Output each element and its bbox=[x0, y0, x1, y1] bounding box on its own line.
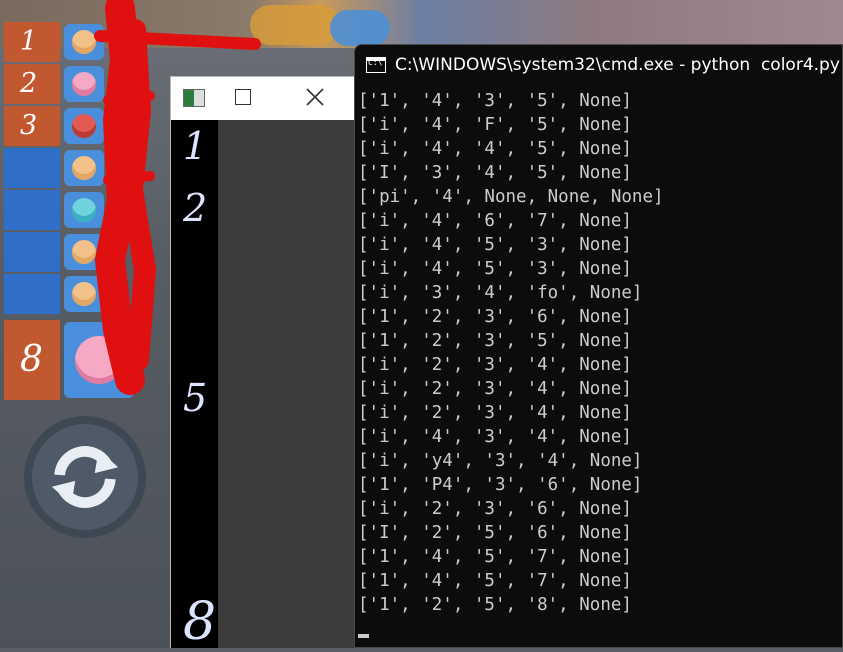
console-line: ['i', 'y4', '3', '4', None] bbox=[358, 451, 643, 471]
preview-window-titlebar[interactable] bbox=[171, 77, 355, 120]
console-line: ['i', '4', 'F', '5', None] bbox=[358, 115, 632, 135]
rank-row bbox=[4, 148, 108, 188]
rank-number: 8 bbox=[4, 320, 60, 400]
console-line: ['i', '2', '3', '4', None] bbox=[358, 355, 632, 375]
window-title: C:\WINDOWS\system32\cmd.exe - python col… bbox=[395, 55, 840, 75]
console-line: ['I', '2', '5', '6', None] bbox=[358, 523, 632, 543]
preview-canvas-panel bbox=[218, 120, 355, 648]
console-line: ['i', '4', '5', '3', None] bbox=[358, 259, 632, 279]
rank-number: 1 bbox=[4, 22, 60, 62]
refresh-icon bbox=[51, 446, 119, 508]
console-line: ['1', 'P4', '3', '6', None] bbox=[358, 475, 643, 495]
player-avatar bbox=[64, 234, 104, 270]
console-line: ['i', '2', '3', '4', None] bbox=[358, 379, 632, 399]
slot-number: 1 bbox=[183, 124, 208, 168]
close-button[interactable] bbox=[305, 87, 325, 107]
game-banner-art bbox=[330, 10, 390, 46]
refresh-button[interactable] bbox=[24, 416, 146, 538]
slot-number: 2 bbox=[183, 186, 208, 230]
rank-number bbox=[4, 232, 60, 272]
console-line: ['i', '4', '6', '7', None] bbox=[358, 211, 632, 231]
console-line: ['i', '4', '3', '4', None] bbox=[358, 427, 632, 447]
player-avatar bbox=[64, 150, 104, 186]
rank-number bbox=[4, 190, 60, 230]
console-line: ['i', '4', '4', '5', None] bbox=[358, 139, 632, 159]
cmd-window: C:\ C:\WINDOWS\system32\cmd.exe - python… bbox=[354, 44, 843, 648]
close-icon bbox=[306, 88, 324, 106]
console-line: ['i', '4', '5', '3', None] bbox=[358, 235, 632, 255]
rank-number: 3 bbox=[4, 106, 60, 146]
rank-number bbox=[4, 274, 60, 314]
console-line: ['i', '3', '4', 'fo', None] bbox=[358, 283, 643, 303]
console-line: ['1', '4', '5', '7', None] bbox=[358, 571, 632, 591]
preview-window: 1 2 5 8 bbox=[170, 76, 355, 652]
rank-number bbox=[4, 148, 60, 188]
console-line: ['i', '2', '3', '4', None] bbox=[358, 403, 632, 423]
rank-row: 2 bbox=[4, 64, 108, 104]
rank-number: 2 bbox=[4, 64, 60, 104]
console-line: ['1', '2', '5', '8', None] bbox=[358, 595, 632, 615]
player-avatar bbox=[64, 66, 104, 102]
rank-row bbox=[4, 274, 108, 314]
cmd-icon-label: C:\ bbox=[368, 58, 383, 67]
console-line: ['I', '3', '4', '5', None] bbox=[358, 163, 632, 183]
slot-number: 8 bbox=[183, 592, 217, 652]
console-line: ['pi', '4', None, None, None] bbox=[358, 187, 664, 207]
player-avatar bbox=[64, 276, 104, 312]
player-avatar bbox=[64, 24, 104, 60]
maximize-button[interactable] bbox=[235, 89, 251, 105]
console-line: ['1', '4', '3', '5', None] bbox=[358, 91, 632, 111]
rank-row bbox=[4, 232, 108, 272]
console-line: ['1', '2', '3', '6', None] bbox=[358, 307, 632, 327]
player-avatar bbox=[64, 192, 104, 228]
cmd-icon: C:\ bbox=[366, 57, 386, 73]
rank-row: 1 bbox=[4, 22, 108, 62]
console-line: ['i', '2', '3', '6', None] bbox=[358, 499, 632, 519]
console-line: ['1', '2', '3', '5', None] bbox=[358, 331, 632, 351]
rank-row bbox=[4, 190, 108, 230]
rank-board: 1 2 3 8 bbox=[0, 22, 170, 412]
preview-canvas: 1 2 5 8 bbox=[171, 120, 355, 652]
console-output[interactable]: ['1', '4', '3', '5', None] ['i', '4', 'F… bbox=[355, 89, 842, 617]
console-line: ['1', '4', '5', '7', None] bbox=[358, 547, 632, 567]
text-cursor bbox=[358, 634, 369, 638]
app-icon bbox=[183, 89, 205, 107]
rank-row-last: 8 bbox=[4, 320, 134, 400]
slot-number: 5 bbox=[183, 376, 208, 420]
player-avatar bbox=[64, 108, 104, 144]
cmd-titlebar[interactable]: C:\ C:\WINDOWS\system32\cmd.exe - python… bbox=[355, 45, 842, 89]
rank-row: 3 bbox=[4, 106, 108, 146]
game-banner-art bbox=[250, 5, 340, 45]
player-avatar bbox=[64, 322, 134, 398]
